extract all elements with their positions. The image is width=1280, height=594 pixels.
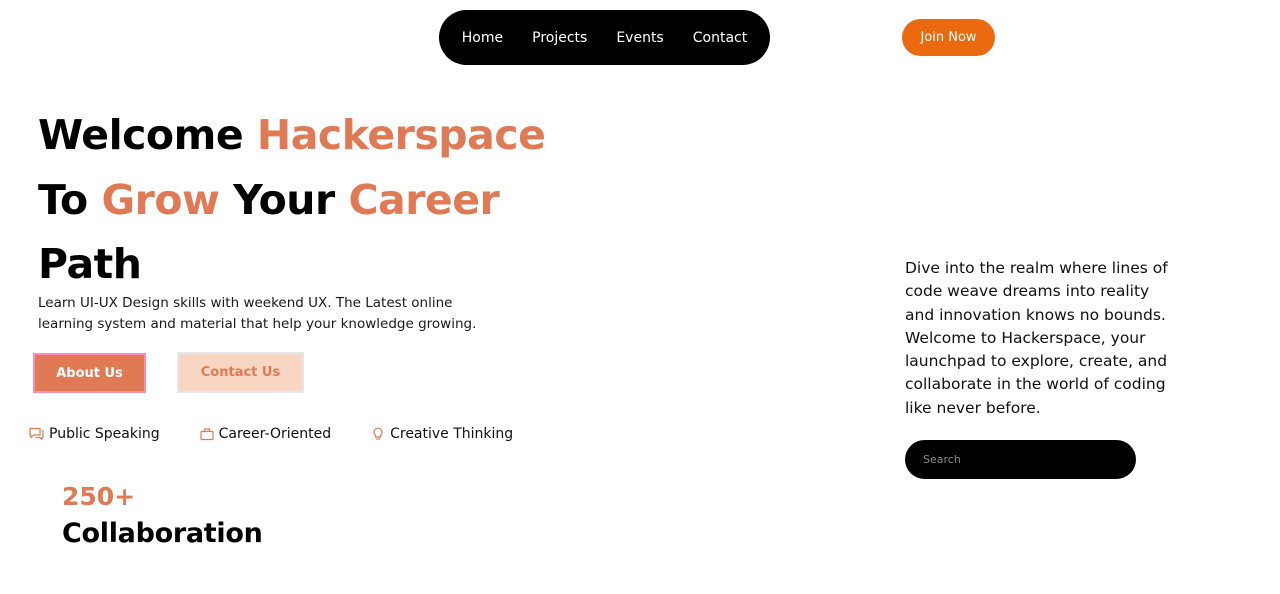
hero-subtitle: Learn UI-UX Design skills with weekend U… <box>38 295 477 332</box>
briefcase-icon <box>200 428 214 441</box>
nav-home-link[interactable]: Home <box>462 30 503 46</box>
page: Home Projects Events Contact Join Now We… <box>0 0 1280 594</box>
nav-events-link[interactable]: Events <box>616 30 663 46</box>
intro-paragraph: Dive into the realm where lines of code … <box>905 259 1168 417</box>
feature-label: Creative Thinking <box>390 426 514 442</box>
search-input[interactable] <box>905 440 1136 479</box>
hero-title: Welcome Hackerspace To Grow Your Career … <box>38 103 546 297</box>
feature-public-speaking: Public Speaking <box>29 426 160 442</box>
about-us-button[interactable]: About Us <box>33 353 146 393</box>
hero-title-text: To <box>38 175 102 224</box>
feature-label: Public Speaking <box>49 426 160 442</box>
feature-creative-thinking: Creative Thinking <box>371 426 513 442</box>
nav-projects-link[interactable]: Projects <box>532 30 587 46</box>
nav-contact-link[interactable]: Contact <box>693 30 747 46</box>
feature-list: Public Speaking Career-Oriented Creative… <box>29 426 553 442</box>
hero-title-text: Your <box>219 175 349 224</box>
hero-title-accent: Hackerspace <box>256 111 546 159</box>
hero-title-accent: Career <box>348 175 500 224</box>
hero-title-line-1: Welcome Hackerspace <box>38 103 546 168</box>
feature-career-oriented: Career-Oriented <box>200 426 331 442</box>
hero-title-line-2: To Grow Your Career <box>38 168 545 233</box>
hero-title-text: Path <box>38 240 142 288</box>
hero-title-text: Welcome <box>38 111 257 159</box>
speech-bubble-icon <box>29 427 44 441</box>
join-now-button[interactable]: Join Now <box>902 19 995 56</box>
stat-number: 250+ <box>62 482 136 511</box>
contact-us-button[interactable]: Contact Us <box>177 352 304 393</box>
stat-label: Collaboration <box>62 518 263 549</box>
hero-title-line-3: Path <box>38 232 545 297</box>
main-nav: Home Projects Events Contact <box>439 10 770 65</box>
lightbulb-icon <box>373 427 383 440</box>
hero-title-accent: Grow <box>101 175 220 224</box>
feature-label: Career-Oriented <box>218 426 332 442</box>
